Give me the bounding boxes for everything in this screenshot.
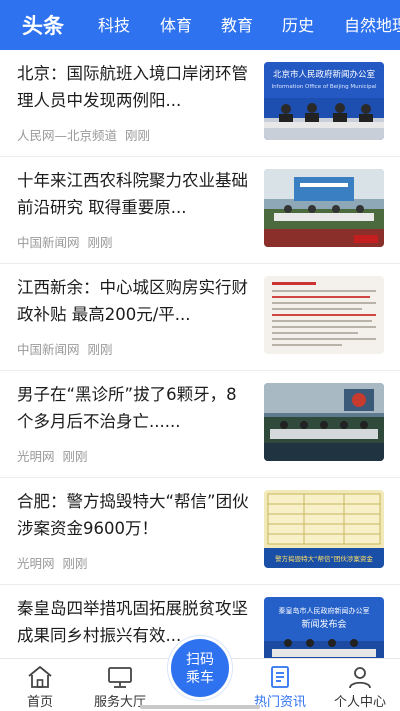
news-title[interactable]: 江西新余：中心城区购房实行财政补贴 最高200元/平...: [17, 274, 251, 328]
news-time: 刚刚: [62, 449, 88, 464]
news-time: 刚刚: [62, 556, 88, 571]
news-time: 刚刚: [87, 342, 113, 357]
home-indicator: [140, 705, 260, 709]
tab-label: 个人中心: [333, 695, 386, 710]
tab-service-hall[interactable]: 服务大厅: [80, 659, 160, 711]
news-time: 刚刚: [87, 235, 113, 250]
person-icon: [349, 667, 371, 689]
channel-tab-sports[interactable]: 体育: [160, 0, 192, 50]
news-source: 人民网—北京频道: [17, 128, 118, 143]
tab-label: 首页: [26, 695, 53, 710]
channel-tab-geography[interactable]: 自然地理: [344, 0, 400, 50]
channel-tab-history[interactable]: 历史: [282, 0, 314, 50]
news-meta: 光明网 刚刚: [17, 553, 88, 572]
photo-caption-en: Information Office of Beijing Municipal: [271, 84, 377, 90]
home-icon: [28, 666, 52, 688]
scan-button-line1: 扫码: [186, 652, 214, 668]
news-icon: [271, 666, 289, 688]
news-title[interactable]: 合肥：警方捣毁特大“帮信”团伙 涉案资金9600万！: [17, 488, 251, 542]
news-source: 光明网: [17, 556, 55, 571]
news-source: 中国新闻网: [17, 342, 80, 357]
news-title[interactable]: 男子在“黑诊所”拔了6颗牙，8个多月后不治身亡......: [17, 381, 251, 435]
policy-document-photo[interactable]: [264, 276, 384, 354]
tab-personal-center[interactable]: 个人中心: [320, 659, 400, 711]
meeting-hall-photo[interactable]: [264, 383, 384, 461]
news-meta: 中国新闻网 刚刚: [17, 339, 113, 358]
photo-caption: 警方捣毁特大“帮信”团伙涉案资金: [275, 554, 373, 563]
news-item[interactable]: 十年来江西农科院聚力农业基础前沿研究 取得重要原... 中国新闻网 刚刚: [0, 157, 400, 264]
conference-room-photo[interactable]: [264, 169, 384, 247]
police-table-photo[interactable]: 警方捣毁特大“帮信”团伙涉案资金: [264, 490, 384, 568]
photo-caption: 秦皇岛市人民政府新闻办公室: [279, 606, 370, 615]
news-item[interactable]: 江西新余：中心城区购房实行财政补贴 最高200元/平... 中国新闻网 刚刚: [0, 264, 400, 371]
news-meta: 中国新闻网 刚刚: [17, 232, 113, 251]
photo-caption: 北京市人民政府新闻办公室: [273, 69, 376, 80]
news-title[interactable]: 十年来江西农科院聚力农业基础前沿研究 取得重要原...: [17, 167, 251, 221]
news-source: 光明网: [17, 449, 55, 464]
news-meta: 光明网 刚刚: [17, 446, 88, 465]
channel-bar: 头条 科技 体育 教育 历史 自然地理: [0, 0, 400, 50]
scan-to-ride-button[interactable]: 扫码 乘车: [168, 636, 232, 700]
news-item[interactable]: 北京：国际航班入境口岸闭环管理人员中发现两例阳... 人民网—北京频道 刚刚 北京…: [0, 50, 400, 157]
news-list: 北京：国际航班入境口岸闭环管理人员中发现两例阳... 人民网—北京频道 刚刚 北京…: [0, 50, 400, 658]
press-conference-photo[interactable]: 北京市人民政府新闻办公室 Information Office of Beiji…: [264, 62, 384, 140]
news-item[interactable]: 男子在“黑诊所”拔了6颗牙，8个多月后不治身亡...... 光明网 刚刚: [0, 371, 400, 478]
news-source: 中国新闻网: [17, 235, 80, 250]
news-title[interactable]: 北京：国际航班入境口岸闭环管理人员中发现两例阳...: [17, 60, 251, 114]
channel-tab-education[interactable]: 教育: [221, 0, 253, 50]
scan-button-line2: 乘车: [186, 670, 214, 686]
news-meta: 人民网—北京频道 刚刚: [17, 125, 150, 144]
channel-tab-tech[interactable]: 科技: [98, 0, 130, 50]
news-item[interactable]: 合肥：警方捣毁特大“帮信”团伙 涉案资金9600万！ 光明网 刚刚 警方捣毁特大“…: [0, 478, 400, 585]
tab-home[interactable]: 首页: [0, 659, 80, 711]
monitor-icon: [108, 667, 132, 688]
photo-caption-2: 新闻发布会: [301, 618, 346, 630]
press-release-stage-photo[interactable]: 秦皇岛市人民政府新闻办公室 新闻发布会: [264, 597, 384, 658]
tab-hot-news[interactable]: 热门资讯: [240, 659, 320, 711]
news-time: 刚刚: [125, 128, 151, 143]
channel-tab-headlines[interactable]: 头条: [22, 0, 64, 50]
